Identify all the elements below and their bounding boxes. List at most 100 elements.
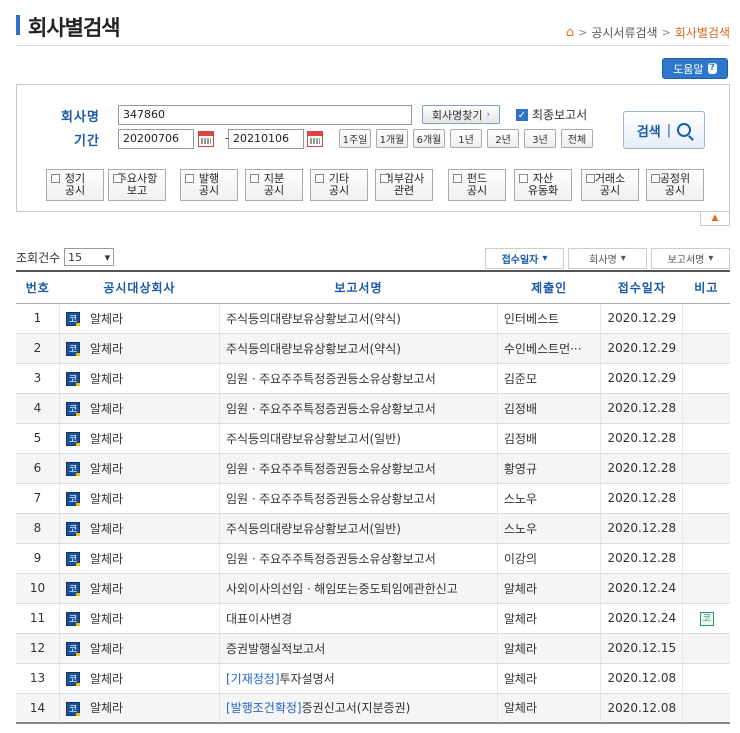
category-checkbox[interactable]: 자산 유동화	[514, 169, 572, 201]
category-checkbox[interactable]: 거래소 공시	[581, 169, 639, 201]
search-button[interactable]: 검색 |	[623, 111, 705, 149]
report-link[interactable]: 주식등의대량보유상황보고서(일반)	[226, 432, 401, 446]
submitter-cell: 김준모	[496, 363, 601, 394]
table-row: 6 코 알체라 임원ㆍ주요주주특정증권등소유상황보고서 황영규 2020.12.28	[16, 453, 730, 484]
period-1month-button[interactable]: 1개월	[376, 129, 408, 148]
company-link[interactable]: 알체라	[90, 432, 123, 446]
company-link[interactable]: 알체라	[90, 402, 123, 416]
help-button[interactable]: 도움말 ?	[662, 58, 728, 79]
company-cell: 코 알체라	[58, 393, 220, 424]
remark-cell	[682, 483, 730, 514]
report-tag: [발행조건확정]	[225, 701, 302, 716]
company-link[interactable]: 알체라	[90, 701, 123, 715]
category-label: 공시	[664, 184, 686, 197]
collapse-panel-button[interactable]: ▲	[700, 212, 730, 226]
remark-cell	[682, 363, 730, 394]
report-link[interactable]: 임원ㆍ주요주주특정증권등소유상황보고서	[226, 372, 436, 386]
company-link[interactable]: 알체라	[90, 582, 123, 596]
remark-cell	[682, 543, 730, 574]
title-accent-bar	[16, 15, 20, 35]
report-cell: 임원ㆍ주요주주특정증권등소유상황보고서	[218, 483, 498, 514]
company-cell: 코 알체라	[58, 513, 220, 544]
company-link[interactable]: 알체라	[90, 642, 123, 656]
date-cell: 2020.12.15	[600, 633, 683, 664]
report-link[interactable]: 임원ㆍ주요주주특정증권등소유상황보고서	[226, 462, 436, 476]
report-link[interactable]: 주식등의대량보유상황보고서(일반)	[226, 522, 401, 536]
company-link[interactable]: 알체라	[90, 372, 123, 386]
report-link[interactable]: 임원ㆍ주요주주특정증권등소유상황보고서	[226, 552, 436, 566]
category-checkbox[interactable]: 공정위 공시	[646, 169, 704, 201]
company-link[interactable]: 알체라	[90, 522, 123, 536]
company-link[interactable]: 알체라	[90, 312, 123, 326]
report-link[interactable]: 증권신고서(지분증권)	[302, 701, 411, 715]
category-checkbox[interactable]: 펀드 공시	[448, 169, 506, 201]
report-link[interactable]: 투자설명서	[280, 672, 335, 686]
category-checkbox[interactable]: 주요사항 보고	[108, 169, 166, 201]
category-checkbox[interactable]: 발행 공시	[180, 169, 238, 201]
report-link[interactable]: 주식등의대량보유상황보고서(약식)	[226, 342, 401, 356]
category-checkbox[interactable]: 정기 공시	[46, 169, 104, 201]
kosdaq-remark-icon[interactable]: 코	[699, 612, 714, 626]
find-company-button[interactable]: 회사명찾기 ›	[422, 105, 500, 124]
submitter-cell: 이강의	[496, 543, 601, 574]
result-count: 조회건수 15 ▾	[16, 248, 115, 266]
report-tag: [기재정정]	[225, 671, 280, 686]
kosdaq-mark-icon: 코	[65, 642, 80, 656]
category-checkbox[interactable]: 지분 공시	[245, 169, 303, 201]
table-row: 5 코 알체라 주식등의대량보유상황보고서(일반) 김정배 2020.12.28	[16, 423, 730, 454]
remark-cell	[682, 453, 730, 484]
calendar-icon[interactable]	[198, 131, 214, 147]
column-header: 번호	[16, 270, 60, 304]
period-1year-button[interactable]: 1년	[450, 129, 482, 148]
final-report-label: 최종보고서	[532, 108, 588, 122]
company-input[interactable]: 347860	[118, 105, 412, 125]
company-cell: 코 알체라	[58, 633, 220, 664]
sort-date-button[interactable]: 접수일자 ▾	[485, 248, 564, 269]
page-title: 회사별검색	[28, 16, 121, 40]
breadcrumb-current: 회사별검색	[674, 26, 730, 40]
checkbox-icon	[250, 174, 259, 183]
sort-company-button[interactable]: 회사명 ▾	[568, 248, 647, 269]
row-number: 13	[16, 663, 60, 694]
period-2year-button[interactable]: 2년	[487, 129, 519, 148]
company-link[interactable]: 알체라	[90, 612, 123, 626]
report-link[interactable]: 사외이사의선임ㆍ해임또는중도퇴임에관한신고	[226, 582, 458, 596]
submitter-cell: 알체라	[496, 633, 601, 664]
period-all-button[interactable]: 전체	[561, 129, 593, 148]
column-header: 접수일자	[600, 270, 683, 304]
checkbox-icon	[185, 174, 194, 183]
end-date-input[interactable]: 20210106	[228, 129, 304, 149]
table-row: 13 코 알체라 [기재정정]투자설명서 알체라 2020.12.08	[16, 663, 730, 694]
company-link[interactable]: 알체라	[90, 552, 123, 566]
period-6month-button[interactable]: 6개월	[413, 129, 445, 148]
report-link[interactable]: 임원ㆍ주요주주특정증권등소유상황보고서	[226, 492, 436, 506]
report-link[interactable]: 임원ㆍ주요주주특정증권등소유상황보고서	[226, 402, 436, 416]
period-1week-button[interactable]: 1주일	[339, 129, 371, 148]
report-cell: 임원ㆍ주요주주특정증권등소유상황보고서	[218, 543, 498, 574]
table-row: 7 코 알체라 임원ㆍ주요주주특정증권등소유상황보고서 스노우 2020.12.28	[16, 483, 730, 514]
checkbox-icon	[113, 174, 122, 183]
report-link[interactable]: 증권발행실적보고서	[226, 642, 325, 656]
start-date-input[interactable]: 20200706	[118, 129, 194, 149]
kosdaq-mark-icon: 코	[65, 701, 80, 716]
category-checkbox[interactable]: 기타 공시	[310, 169, 368, 201]
remark-cell	[682, 513, 730, 544]
kosdaq-mark-icon: 코	[65, 582, 80, 596]
home-icon[interactable]: ⌂	[566, 25, 574, 40]
sort-report-button[interactable]: 보고서명 ▾	[651, 248, 730, 269]
company-label: 회사명	[61, 110, 100, 125]
company-link[interactable]: 알체라	[90, 342, 123, 356]
breadcrumb-item[interactable]: 공시서류검색	[591, 24, 657, 41]
report-cell: 대표이사변경	[218, 603, 498, 634]
final-report-checkbox[interactable]: ✓ 최종보고서	[516, 106, 587, 123]
category-checkbox[interactable]: 외부감사 관련	[375, 169, 433, 201]
report-link[interactable]: 대표이사변경	[226, 612, 292, 626]
count-select[interactable]: 15 ▾	[64, 248, 115, 266]
report-link[interactable]: 주식등의대량보유상황보고서(약식)	[226, 312, 401, 326]
company-link[interactable]: 알체라	[90, 462, 123, 476]
calendar-icon[interactable]	[307, 131, 323, 147]
period-3year-button[interactable]: 3년	[524, 129, 556, 148]
company-link[interactable]: 알체라	[90, 492, 123, 506]
kosdaq-mark-icon: 코	[65, 492, 80, 506]
company-link[interactable]: 알체라	[90, 672, 123, 686]
